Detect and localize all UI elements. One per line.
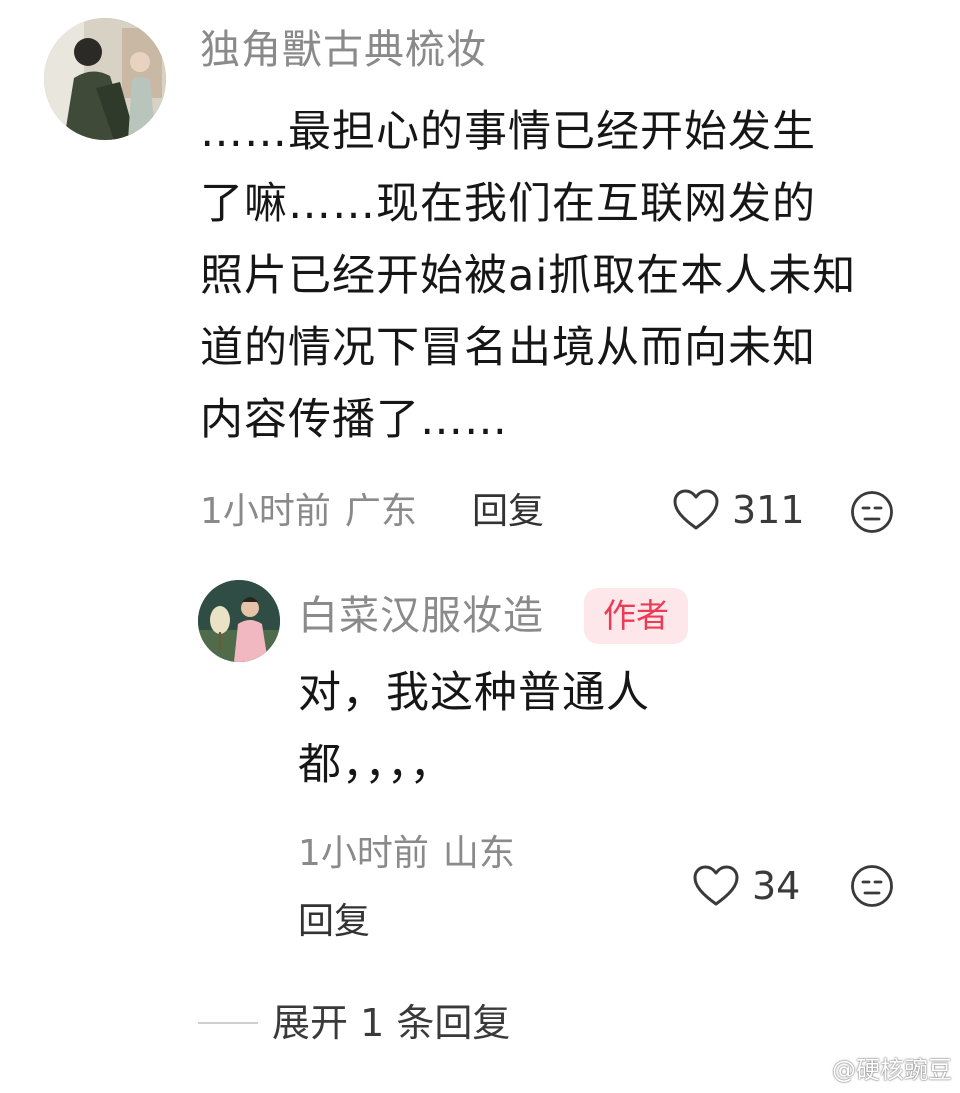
- comment-line: 内容传播了……: [200, 395, 508, 445]
- comment-line: ……最担心的事情已经开始发生: [200, 107, 816, 157]
- comment-location: 广东: [344, 491, 417, 532]
- heart-icon: [692, 864, 740, 908]
- comment-time: 1小时前: [200, 491, 331, 532]
- like-count: 311: [732, 488, 805, 532]
- heart-icon: [672, 488, 720, 532]
- expand-replies-label: 展开 1 条回复: [272, 1001, 511, 1045]
- author-badge: 作者: [584, 588, 688, 644]
- comment-line: 道的情况下冒名出境从而向未知: [200, 323, 816, 373]
- weibo-logo-icon: [798, 1054, 828, 1082]
- comment-line: 了嘛……现在我们在互联网发的: [200, 179, 816, 229]
- watermark-text: @硬核豌豆: [832, 1056, 952, 1084]
- reply-commenter-username[interactable]: 白菜汉服妆造: [298, 596, 544, 636]
- main-comment-meta: 1小时前 广东: [200, 494, 417, 530]
- watermark: @硬核豌豆: [798, 1050, 952, 1085]
- comment-location: 山东: [442, 833, 515, 874]
- reply-reply-button[interactable]: 回复: [298, 904, 370, 940]
- reply-comment-meta: 1小时前 山东: [298, 836, 515, 872]
- expand-replies-button[interactable]: 展开 1 条回复: [198, 1004, 510, 1042]
- avatar-reply-commenter[interactable]: [198, 580, 280, 662]
- reply-like-button[interactable]: 34: [692, 864, 800, 908]
- main-like-button[interactable]: 311: [672, 488, 805, 532]
- main-commenter-username[interactable]: 独角獸古典梳妆: [200, 30, 487, 70]
- main-comment-text: ……最担心的事情已经开始发生 了嘛……现在我们在互联网发的 照片已经开始被ai抓…: [200, 96, 920, 456]
- comment-line: 对，我这种普通人: [298, 668, 650, 718]
- neutral-face-icon[interactable]: [850, 864, 894, 908]
- avatar-reply-image: [198, 580, 280, 662]
- comment-line: 照片已经开始被ai抓取在本人未知: [200, 251, 857, 301]
- main-reply-button[interactable]: 回复: [472, 494, 544, 530]
- avatar-main-image: [44, 18, 166, 140]
- comment-line: 都，，，，: [298, 740, 454, 790]
- avatar-main-commenter[interactable]: [44, 18, 166, 140]
- reply-comment-text: 对，我这种普通人 都，，，，: [298, 657, 718, 801]
- comment-time: 1小时前: [298, 833, 429, 874]
- like-count: 34: [752, 864, 801, 908]
- neutral-face-icon[interactable]: [850, 490, 894, 534]
- expand-divider: [198, 1022, 258, 1024]
